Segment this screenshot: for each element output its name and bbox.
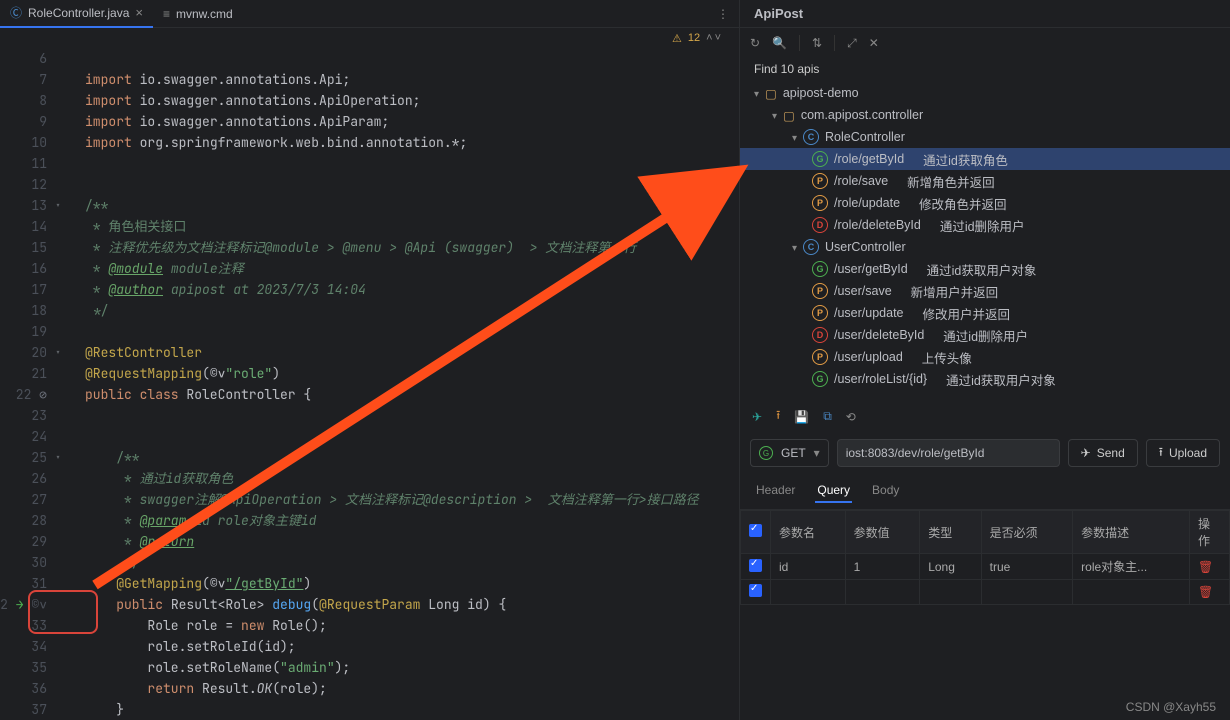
run-highlight-box	[28, 590, 98, 634]
tab-header[interactable]: Header	[754, 479, 797, 503]
tree-package[interactable]: ▢com.apipost.controller	[740, 104, 1230, 126]
upload-icon: ⭱	[1159, 443, 1163, 464]
export-icon[interactable]: ⭱	[776, 406, 780, 427]
close-icon[interactable]: ✕	[869, 36, 879, 50]
table-row[interactable]: 🗑	[741, 580, 1230, 605]
class-icon: C	[803, 239, 819, 255]
next-warning-icon[interactable]: ˅	[715, 32, 721, 44]
delete-row-icon[interactable]: 🗑	[1198, 585, 1213, 599]
method-select[interactable]: G GET ▾	[750, 439, 829, 467]
post-method-icon: P	[812, 195, 828, 211]
tree-endpoint[interactable]: P/role/save 新增角色并返回	[740, 170, 1230, 192]
check-all[interactable]	[749, 524, 762, 537]
watermark: CSDN @Xayh55	[1126, 700, 1216, 714]
post-method-icon: P	[812, 173, 828, 189]
prev-warning-icon[interactable]: ˄	[706, 32, 712, 44]
tree-root[interactable]: ▢apipost-demo	[740, 82, 1230, 104]
tree-controller[interactable]: CRoleController	[740, 126, 1230, 148]
tab-more-icon[interactable]: ⋮	[707, 7, 739, 21]
warning-count: 12	[688, 32, 700, 44]
tree-endpoint[interactable]: P/user/update 修改用户并返回	[740, 302, 1230, 324]
expand-icon[interactable]: ⤢	[847, 36, 857, 51]
search-icon[interactable]: 🔍	[772, 36, 787, 50]
editor-tabs: Ⓒ RoleController.java × ≡ mvnw.cmd ⋮	[0, 0, 739, 28]
save-icon[interactable]: 💾	[794, 410, 809, 424]
java-class-icon: Ⓒ	[10, 4, 22, 21]
tree-endpoint[interactable]: G/user/roleList/{id} 通过id获取用户对象	[740, 368, 1230, 390]
send-plane-icon: ✈	[1081, 446, 1091, 460]
send-button[interactable]: ✈Send	[1068, 439, 1138, 467]
refresh-icon[interactable]: ↻	[750, 36, 760, 50]
filter-icon[interactable]: ⇅	[812, 36, 822, 50]
tab-label: RoleController.java	[28, 6, 129, 20]
chevron-down-icon: ▾	[814, 446, 820, 460]
post-method-icon: P	[812, 305, 828, 321]
tree-endpoint[interactable]: P/user/upload 上传头像	[740, 346, 1230, 368]
get-method-icon: G	[812, 151, 828, 167]
table-header-row: 参数名参数值类型是否必须参数描述操作	[741, 511, 1230, 554]
table-row[interactable]: id 1 Long true role对象主... 🗑	[741, 554, 1230, 580]
get-method-icon: G	[759, 446, 773, 460]
get-method-icon: G	[812, 261, 828, 277]
copy-icon[interactable]: ⧉	[823, 409, 832, 424]
warning-triangle-icon: ⚠	[672, 32, 682, 45]
request-actions: ✈ ⭱ 💾 ⧉ ⟲	[740, 400, 1230, 433]
tab-query[interactable]: Query	[815, 479, 852, 503]
tree-endpoint[interactable]: P/role/update 修改角色并返回	[740, 192, 1230, 214]
post-method-icon: P	[812, 283, 828, 299]
row-check[interactable]	[749, 584, 762, 597]
tab-mvnw[interactable]: ≡ mvnw.cmd	[153, 0, 243, 28]
params-table: 参数名参数值类型是否必须参数描述操作 id 1 Long true role对象…	[740, 510, 1230, 605]
api-tree: ▢apipost-demo ▢com.apipost.controller CR…	[740, 80, 1230, 400]
folder-icon: ▢	[765, 86, 777, 101]
url-input[interactable]	[837, 439, 1060, 467]
tab-body[interactable]: Body	[870, 479, 901, 503]
panel-title: ApiPost	[740, 0, 1230, 28]
tree-endpoint[interactable]: G/role/getById 通过id获取角色	[740, 148, 1230, 170]
find-apis-label: Find 10 apis	[740, 58, 1230, 80]
panel-toolbar: ↻ 🔍 ⇅ ⤢ ✕	[740, 28, 1230, 58]
row-check[interactable]	[749, 559, 762, 572]
tab-label: mvnw.cmd	[176, 7, 233, 21]
apipost-panel: ApiPost ↻ 🔍 ⇅ ⤢ ✕ Find 10 apis ▢apipost-…	[740, 0, 1230, 720]
tree-endpoint[interactable]: G/user/getById 通过id获取用户对象	[740, 258, 1230, 280]
tree-endpoint[interactable]: P/user/save 新增用户并返回	[740, 280, 1230, 302]
delete-method-icon: D	[812, 217, 828, 233]
get-method-icon: G	[812, 371, 828, 387]
post-method-icon: P	[812, 349, 828, 365]
tree-controller[interactable]: CUserController	[740, 236, 1230, 258]
close-icon[interactable]: ×	[135, 5, 143, 20]
send-plane-icon[interactable]: ✈	[752, 410, 762, 424]
tree-endpoint[interactable]: D/user/deleteById 通过id删除用户	[740, 324, 1230, 346]
delete-row-icon[interactable]: 🗑	[1198, 560, 1213, 574]
package-icon: ▢	[783, 108, 795, 123]
cmd-file-icon: ≡	[163, 7, 170, 21]
body-tabs: Header Query Body	[740, 473, 1230, 510]
delete-method-icon: D	[812, 327, 828, 343]
code-body[interactable]: import io.swagger.annotations.Api; impor…	[85, 48, 739, 720]
tab-role-controller[interactable]: Ⓒ RoleController.java ×	[0, 0, 153, 28]
history-icon[interactable]: ⟲	[846, 410, 856, 424]
upload-button[interactable]: ⭱Upload	[1146, 439, 1220, 467]
tree-endpoint[interactable]: D/role/deleteById 通过id删除用户	[740, 214, 1230, 236]
request-bar: G GET ▾ ✈Send ⭱Upload	[740, 433, 1230, 473]
class-icon: C	[803, 129, 819, 145]
code-editor[interactable]: 678910 1112131415 1617181920 2122 ⊘23242…	[0, 48, 739, 720]
